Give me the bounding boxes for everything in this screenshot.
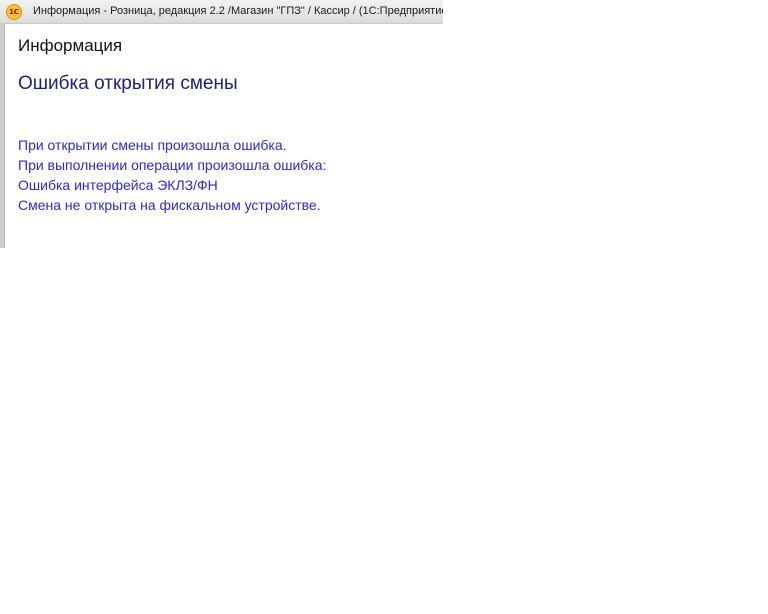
1c-logo-icon: 1С bbox=[6, 4, 22, 20]
error-message-line: При открытии смены произошла ошибка. bbox=[18, 137, 287, 153]
error-message-line: При выполнении операции произошла ошибка… bbox=[18, 157, 327, 173]
error-messages: При открытии смены произошла ошибка. При… bbox=[18, 135, 326, 215]
window-left-border bbox=[0, 24, 5, 248]
error-message-line: Ошибка интерфейса ЭКЛЗ/ФН bbox=[18, 177, 218, 193]
window-title: Информация - Розница, редакция 2.2 /Мага… bbox=[33, 5, 443, 17]
form-title: Информация bbox=[18, 36, 123, 55]
error-message-line: Смена не открыта на фискальном устройств… bbox=[18, 197, 321, 213]
error-heading: Ошибка открытия смены bbox=[18, 73, 238, 94]
information-window: 1С Информация - Розница, редакция 2.2 /М… bbox=[0, 0, 443, 248]
window-titlebar[interactable]: 1С Информация - Розница, редакция 2.2 /М… bbox=[0, 0, 443, 24]
